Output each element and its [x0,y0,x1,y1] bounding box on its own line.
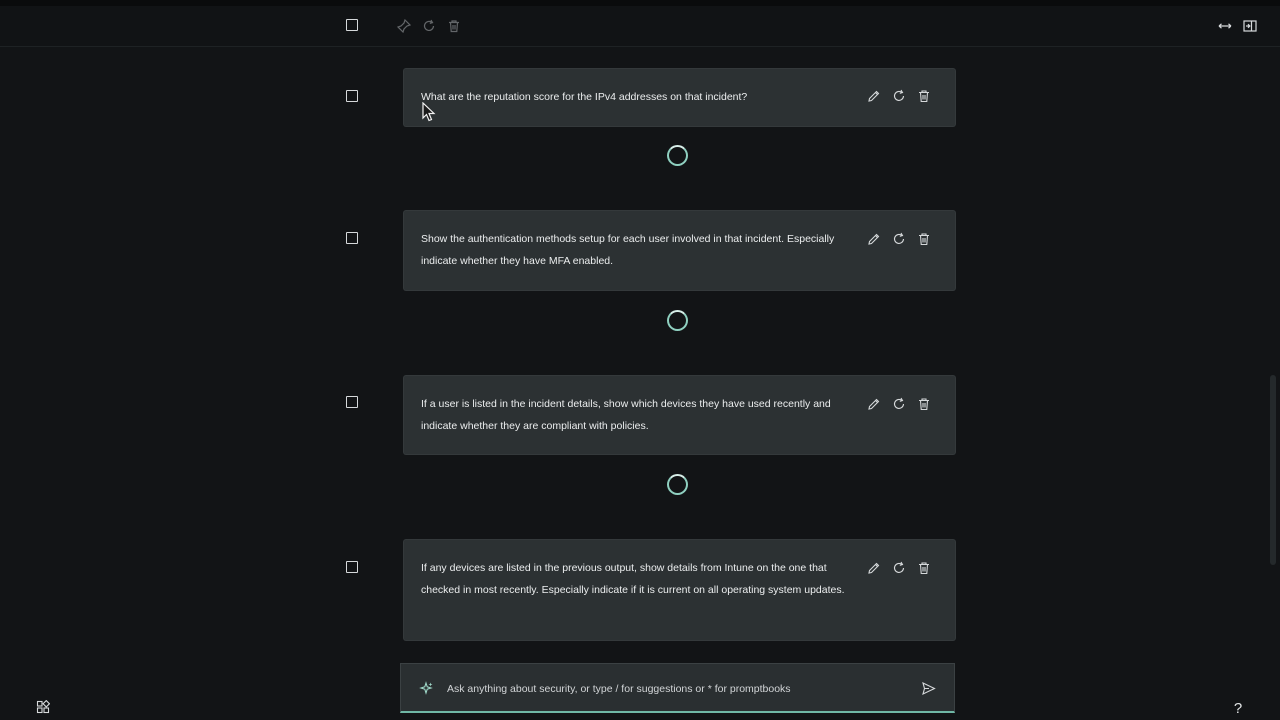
select-all-checkbox[interactable] [346,19,358,31]
collapse-horizontal-icon[interactable] [1218,19,1232,33]
trash-icon[interactable] [447,19,461,33]
loading-spinner [667,145,688,166]
delete-icon[interactable] [917,561,931,575]
prompt-text: If a user is listed in the incident deta… [421,398,831,432]
rerun-icon[interactable] [892,232,906,246]
edit-icon[interactable] [867,397,881,411]
help-button[interactable]: ? [1230,700,1246,718]
delete-icon[interactable] [917,397,931,411]
edit-icon[interactable] [867,232,881,246]
prompt-checkbox[interactable] [346,561,358,573]
prompt-card[interactable]: If a user is listed in the incident deta… [404,376,955,454]
prompt-actions [867,397,931,411]
prompt-card[interactable]: What are the reputation score for the IP… [404,69,955,126]
prompt-input[interactable] [445,678,909,700]
edit-icon[interactable] [867,561,881,575]
mouse-cursor-icon [422,102,436,122]
top-edge [0,0,1280,6]
prompt-actions [867,232,931,246]
loading-spinner [667,310,688,331]
prompt-text: What are the reputation score for the IP… [421,91,748,103]
pin-icon[interactable] [397,19,411,33]
prompt-actions [867,89,931,103]
prompt-checkbox[interactable] [346,396,358,408]
rerun-icon[interactable] [892,397,906,411]
rerun-icon[interactable] [892,561,906,575]
prompt-checkbox[interactable] [346,232,358,244]
prompt-actions [867,561,931,575]
send-icon[interactable] [921,681,936,696]
rerun-icon[interactable] [892,89,906,103]
prompt-checkbox[interactable] [346,90,358,102]
apps-icon[interactable] [36,700,50,714]
top-toolbar [0,0,1280,47]
prompt-composer[interactable] [400,663,955,713]
sparkle-icon[interactable] [419,681,433,695]
loading-spinner [667,474,688,495]
prompt-card[interactable]: If any devices are listed in the previou… [404,540,955,640]
delete-icon[interactable] [917,232,931,246]
delete-icon[interactable] [917,89,931,103]
prompt-text: If any devices are listed in the previou… [421,562,845,596]
prompt-text: Show the authentication methods setup fo… [421,233,835,267]
refresh-icon[interactable] [422,19,436,33]
prompt-card[interactable]: Show the authentication methods setup fo… [404,211,955,290]
scrollbar-thumb[interactable] [1270,375,1276,565]
edit-icon[interactable] [867,89,881,103]
side-panel-icon[interactable] [1243,19,1257,33]
